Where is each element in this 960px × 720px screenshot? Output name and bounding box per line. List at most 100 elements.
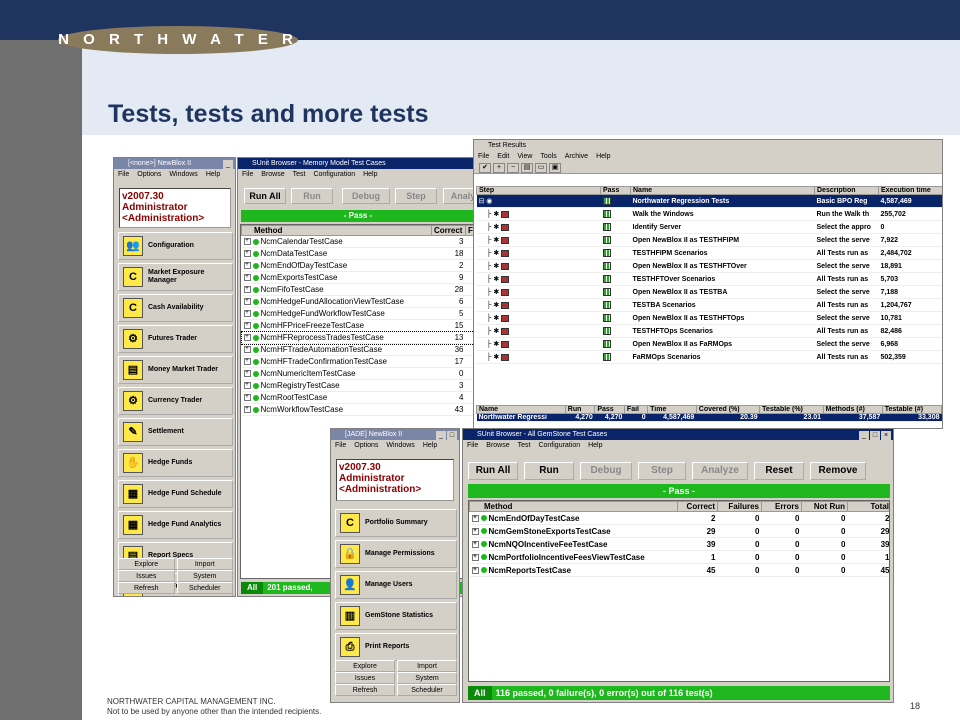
expand-icon[interactable]: +	[471, 514, 479, 522]
table-row[interactable]: + NcmRegistryTestCase 3	[241, 379, 475, 392]
result-row[interactable]: ├ ✱ TESTBA Scenarios All Tests run as 1,204…	[476, 298, 942, 312]
expand-icon[interactable]: +	[471, 527, 479, 535]
nav-button-lock[interactable]: 🔒 Manage Permissions	[335, 540, 457, 568]
table-row[interactable]: + NcmReportsTestCase 45 0 0 0 45	[469, 563, 889, 577]
save-icon[interactable]: ▣	[549, 163, 561, 173]
run-all-button[interactable]: Run All	[468, 462, 518, 480]
column-header[interactable]: Covered (%)	[695, 405, 761, 414]
expand-icon[interactable]: +	[243, 262, 251, 270]
column-header[interactable]: Pass	[594, 405, 625, 414]
remove-button[interactable]: Remove	[810, 462, 866, 480]
column-header[interactable]: Methods (#)	[822, 405, 883, 414]
column-header[interactable]: Total	[847, 501, 889, 512]
expand-icon[interactable]: +	[243, 274, 251, 282]
step-node-icon[interactable]: ├ ✱	[487, 237, 500, 244]
step-node-icon[interactable]: ├ ✱	[487, 289, 500, 296]
column-header[interactable]: Step	[476, 186, 601, 195]
menu-item[interactable]: File	[478, 153, 489, 160]
bottom-button-refresh[interactable]: Refresh	[335, 684, 395, 696]
step-node-icon[interactable]: ├ ✱	[487, 276, 500, 283]
table-row[interactable]: + NcmNQOIncentiveFeeTestCase 39 0 0 0 39	[469, 537, 889, 551]
window-title-bar[interactable]: [<none>] NewBlox II _	[114, 158, 235, 169]
menu-item[interactable]: Configuration	[313, 171, 355, 178]
step-button[interactable]: Step	[638, 462, 686, 480]
analyze-button[interactable]: Analy	[443, 188, 476, 204]
bottom-button-issues[interactable]: Issues	[335, 672, 395, 684]
menu-item[interactable]: Help	[363, 171, 377, 178]
run-button[interactable]: Run	[291, 188, 333, 204]
bottom-button-import[interactable]: Import	[397, 660, 457, 672]
menu-item[interactable]: Browse	[261, 171, 284, 178]
expand-icon[interactable]: +	[243, 358, 251, 366]
nav-button-people[interactable]: 👥 Configuration	[118, 232, 233, 260]
table-row[interactable]: + NcmEndOfDayTestCase 2	[241, 259, 475, 272]
result-row[interactable]: ├ ✱ TESTHFTOps Scenarios All Tests run as 8…	[476, 324, 942, 338]
step-node-icon[interactable]: ├ ✱	[487, 328, 500, 335]
column-header[interactable]: Description	[814, 186, 879, 195]
column-header[interactable]: Method	[469, 501, 678, 512]
expand-icon[interactable]: +	[243, 334, 251, 342]
debug-button[interactable]: Debug	[342, 188, 390, 204]
bottom-button-system[interactable]: System	[176, 570, 233, 582]
menu-item[interactable]: Help	[588, 442, 602, 449]
expand-icon[interactable]: +	[243, 286, 251, 294]
add-icon[interactable]: +	[493, 163, 505, 173]
result-row[interactable]: ├ ✱ Open NewBlox II as TESTHFTOver Select …	[476, 259, 942, 273]
column-header[interactable]: Errors	[761, 501, 802, 512]
result-row[interactable]: ├ ✱ Identify Server Select the appro 0	[476, 220, 942, 234]
nav-button-analytics[interactable]: ▦ Hedge Fund Analytics	[118, 511, 233, 539]
result-row[interactable]: ├ ✱ Open NewBlox II as TESTBA Select the s…	[476, 285, 942, 299]
table-row[interactable]: + NcmHFTradeAutomationTestCase 36	[241, 343, 475, 356]
nav-button-schedule[interactable]: ▦ Hedge Fund Schedule	[118, 480, 233, 508]
debug-button[interactable]: Debug	[580, 462, 632, 480]
step-node-icon[interactable]: ├ ✱	[487, 211, 500, 218]
column-header[interactable]: Execution time	[878, 186, 942, 195]
expand-icon[interactable]: +	[471, 566, 479, 574]
table-row[interactable]: + NcmHedgeFundAllocationViewTestCase 6	[241, 295, 475, 308]
run-button[interactable]: Run	[524, 462, 574, 480]
window-title-bar[interactable]: Test Results	[474, 140, 942, 151]
column-header[interactable]: Name	[476, 405, 566, 414]
table-row[interactable]: + NcmNumericItemTestCase 0	[241, 367, 475, 380]
nav-button-hedge[interactable]: ✋ Hedge Funds	[118, 449, 233, 477]
maximize-icon[interactable]: □	[870, 431, 880, 440]
step-node-icon[interactable]: ⊟ ◉	[479, 198, 493, 205]
menu-item[interactable]: Test	[293, 171, 306, 178]
minimize-icon[interactable]: _	[223, 160, 233, 169]
bottom-button-issues[interactable]: Issues	[118, 570, 175, 582]
result-row[interactable]: ├ ✱ FaRMOps Scenarios All Tests run as 502,…	[476, 350, 942, 364]
minimize-icon[interactable]: _	[436, 431, 446, 440]
step-node-icon[interactable]: ├ ✱	[487, 354, 500, 361]
expand-icon[interactable]: +	[243, 382, 251, 390]
table-row[interactable]: + NcmDataTestCase 18	[241, 247, 475, 260]
menu-item[interactable]: Options	[137, 171, 161, 178]
step-node-icon[interactable]: ├ ✱	[487, 315, 500, 322]
column-header[interactable]: Name	[630, 186, 815, 195]
menu-item[interactable]: Options	[354, 442, 378, 449]
result-row[interactable]: ├ ✱ Walk the Windows Run the Walk th 255,70…	[476, 207, 942, 221]
menu-item[interactable]: File	[242, 171, 253, 178]
table-row[interactable]: + NcmHedgeFundWorkflowTestCase 5	[241, 307, 475, 320]
expand-icon[interactable]: +	[471, 540, 479, 548]
column-header[interactable]: Correct	[677, 501, 718, 512]
menu-item[interactable]: Windows	[169, 171, 197, 178]
print-icon[interactable]: ▤	[521, 163, 533, 173]
result-row[interactable]: ├ ✱ TESTHFIPM Scenarios All Tests run as 2,…	[476, 246, 942, 260]
window-title-bar[interactable]: SUnit Browser - Memory Model Test Cases	[238, 158, 476, 169]
bottom-button-scheduler[interactable]: Scheduler	[176, 582, 233, 594]
result-row[interactable]: ⊟ ◉ Northwater Regression Tests Basic BPO …	[476, 194, 942, 208]
expand-icon[interactable]: +	[243, 238, 251, 246]
bottom-button-import[interactable]: Import	[176, 558, 233, 570]
menu-item[interactable]: Archive	[565, 153, 588, 160]
expand-icon[interactable]: +	[243, 298, 251, 306]
table-row[interactable]: + NcmFifoTestCase 28	[241, 283, 475, 296]
minimize-icon[interactable]: _	[859, 431, 869, 440]
menu-item[interactable]: Tools	[540, 153, 556, 160]
window-title-bar[interactable]: SUnit Browser - All GemStone Test Cases …	[463, 429, 893, 440]
result-row[interactable]: ├ ✱ TESTHFTOver Scenarios All Tests run as…	[476, 272, 942, 286]
step-node-icon[interactable]: ├ ✱	[487, 341, 500, 348]
column-header[interactable]: Fail	[623, 405, 649, 414]
table-row[interactable]: + NcmHFPriceFreezeTestCase 15	[241, 319, 475, 332]
check-icon[interactable]: ✔	[479, 163, 491, 173]
menu-item[interactable]: Help	[206, 171, 220, 178]
